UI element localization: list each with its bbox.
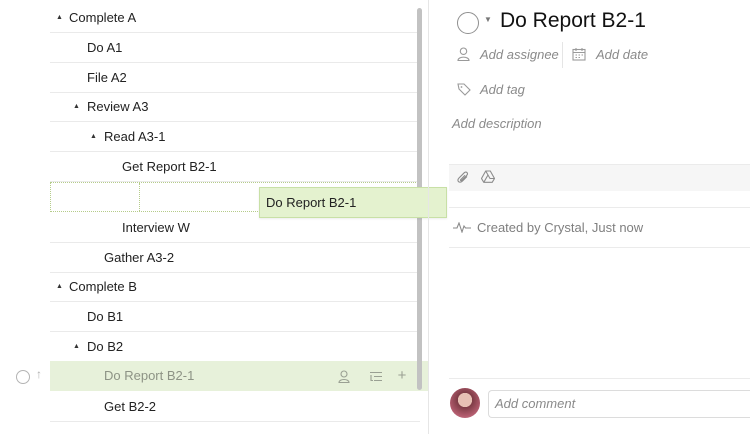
task-label: Interview W: [122, 220, 190, 235]
collapse-toggle-icon[interactable]: ▲: [73, 92, 80, 122]
collapse-toggle-icon[interactable]: ▲: [73, 332, 80, 362]
task-row-selected[interactable]: Do Report B2-1 +: [50, 361, 428, 391]
task-label: Complete A: [69, 10, 137, 25]
comment-input[interactable]: Add comment: [488, 390, 750, 418]
task-row[interactable]: ▲ Complete B: [50, 272, 420, 302]
task-label: Do B2: [87, 339, 124, 354]
comment-top-rule: [449, 378, 750, 379]
subtasks-icon[interactable]: [368, 361, 384, 391]
task-row[interactable]: Get Report B2-1: [50, 152, 420, 182]
task-row[interactable]: ▲ Do B2: [50, 332, 420, 362]
activity-item: Created by Crystal, Just now: [453, 220, 643, 236]
task-row[interactable]: ▲ Complete A: [50, 3, 420, 33]
person-icon: [457, 47, 470, 66]
task-label: Complete B: [69, 279, 137, 294]
task-row[interactable]: Do B1: [50, 302, 420, 332]
task-row[interactable]: Gather A3-2: [50, 243, 420, 273]
complete-task-icon[interactable]: [457, 12, 479, 34]
task-label: Do B1: [87, 309, 124, 324]
complete-check-icon[interactable]: [16, 370, 30, 384]
assignee-icon[interactable]: [336, 361, 352, 391]
attachments-bar: [449, 165, 750, 191]
avatar: [450, 388, 480, 418]
drop-slot-divider: [139, 183, 140, 211]
task-label: Review A3: [87, 99, 149, 114]
task-title[interactable]: Do Report B2-1: [500, 9, 646, 33]
tag-icon: [457, 83, 471, 101]
collapse-toggle-icon[interactable]: ▲: [56, 3, 63, 33]
up-arrow-icon[interactable]: ↑: [36, 367, 42, 381]
task-detail-pane: ▼ Do Report B2-1 Add assignee Add date A…: [429, 0, 750, 434]
activity-top-rule: [449, 207, 750, 208]
calendar-icon: [572, 47, 586, 66]
task-row[interactable]: Get B2-2: [50, 392, 420, 422]
drive-icon[interactable]: [480, 170, 496, 188]
collapse-toggle-icon[interactable]: ▲: [90, 122, 97, 152]
task-label: Do Report B2-1: [104, 368, 195, 383]
task-row[interactable]: ▲ Review A3: [50, 92, 420, 122]
task-label: File A2: [87, 70, 127, 85]
chevron-down-icon[interactable]: ▼: [484, 15, 492, 24]
task-row[interactable]: Do A1: [50, 33, 420, 63]
task-label: Get B2-2: [104, 399, 157, 414]
task-label: Read A3-1: [104, 129, 166, 144]
task-row[interactable]: File A2: [50, 63, 420, 93]
activity-pulse-icon: [453, 221, 471, 236]
task-label: Do A1: [87, 40, 123, 55]
collapse-toggle-icon[interactable]: ▲: [56, 272, 63, 302]
due-date-field[interactable]: Add date: [596, 47, 648, 62]
drag-preview: Do Report B2-1: [259, 187, 447, 218]
task-row[interactable]: ▲ Read A3-1: [50, 122, 420, 152]
activity-text: Created by Crystal, Just now: [477, 220, 644, 235]
activity-bottom-rule: [449, 247, 750, 248]
task-label: Get Report B2-1: [122, 159, 217, 174]
meta-separator: [562, 42, 563, 68]
task-label: Gather A3-2: [104, 250, 175, 265]
assignee-field[interactable]: Add assignee: [480, 47, 559, 62]
add-subtask-icon[interactable]: +: [394, 361, 410, 391]
tag-field[interactable]: Add tag: [480, 82, 525, 97]
paperclip-icon[interactable]: [457, 170, 470, 189]
description-field[interactable]: Add description: [452, 116, 542, 131]
